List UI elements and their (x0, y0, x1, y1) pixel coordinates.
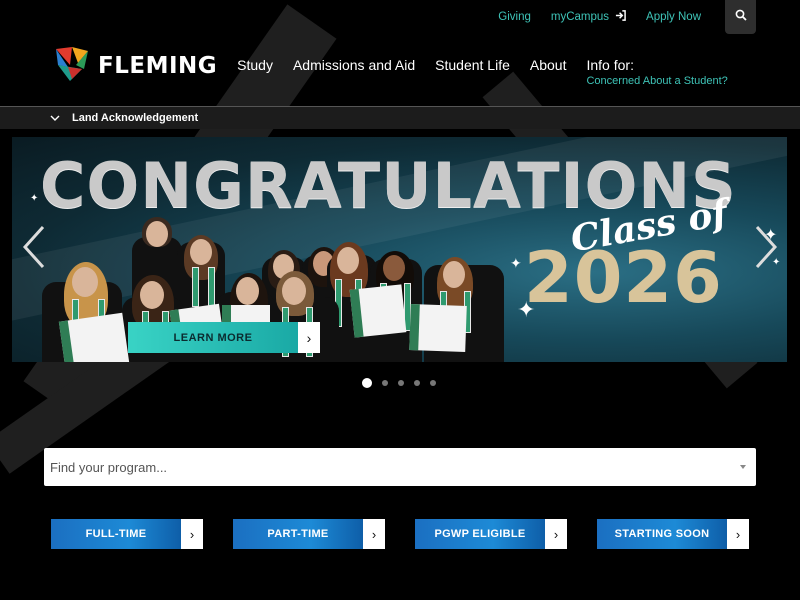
arrow-right-icon: › (298, 322, 320, 353)
pgwp-eligible-button[interactable]: PGWP ELIGIBLE › (415, 519, 567, 549)
program-search[interactable] (44, 448, 756, 486)
mycampus-label: myCampus (550, 11, 610, 23)
fleming-logo[interactable]: FLEMING (54, 45, 217, 88)
logo-icon (54, 45, 90, 88)
apply-now-link[interactable]: Apply Now (646, 11, 701, 23)
carousel-dots (362, 378, 446, 388)
pgwp-eligible-label: PGWP ELIGIBLE (415, 519, 545, 549)
carousel-dot-3[interactable] (398, 380, 404, 386)
nav-info-for[interactable]: Info for: (586, 45, 707, 73)
hero-year: 2026 (524, 237, 723, 319)
mycampus-link[interactable]: myCampus (551, 10, 626, 24)
giving-link[interactable]: Giving (498, 11, 531, 23)
main-header: FLEMING Study Admissions and Aid Student… (54, 44, 800, 88)
login-icon (615, 10, 626, 24)
starting-soon-button[interactable]: STARTING SOON › (597, 519, 749, 549)
land-acknowledgement-label: Land Acknowledgement (72, 112, 199, 124)
carousel-dot-4[interactable] (414, 380, 420, 386)
search-button[interactable] (725, 0, 756, 34)
arrow-right-icon: › (363, 519, 385, 549)
chevron-down-icon (50, 113, 60, 124)
full-time-button[interactable]: FULL-TIME › (51, 519, 203, 549)
arrow-right-icon: › (181, 519, 203, 549)
land-acknowledgement-toggle[interactable]: Land Acknowledgement (0, 107, 800, 129)
carousel-next-button[interactable] (754, 225, 778, 280)
part-time-label: PART-TIME (233, 519, 363, 549)
main-nav: Study Admissions and Aid Student Life Ab… (237, 45, 728, 87)
dropdown-caret-icon[interactable] (740, 465, 746, 469)
learn-more-button[interactable]: LEARN MORE › (128, 322, 320, 353)
full-time-label: FULL-TIME (51, 519, 181, 549)
nav-admissions-and-aid[interactable]: Admissions and Aid (293, 45, 415, 73)
sparkle-icon: ✦ (517, 297, 536, 322)
carousel-prev-button[interactable] (22, 225, 46, 280)
carousel-dot-2[interactable] (382, 380, 388, 386)
concerned-about-student-link[interactable]: Concerned About a Student? (586, 75, 727, 87)
learn-more-label: LEARN MORE (128, 322, 298, 353)
search-icon (735, 8, 747, 26)
carousel-dot-1[interactable] (362, 378, 372, 388)
program-search-input[interactable] (50, 459, 740, 475)
starting-soon-label: STARTING SOON (597, 519, 727, 549)
info-for-menu: Info for: Concerned About a Student? (586, 45, 727, 87)
utility-bar: Giving myCampus Apply Now (498, 0, 800, 34)
nav-student-life[interactable]: Student Life (435, 45, 510, 73)
chevron-left-icon (22, 225, 45, 269)
nav-about[interactable]: About (530, 45, 567, 73)
chevron-right-icon (755, 225, 778, 269)
nav-study[interactable]: Study (237, 45, 273, 73)
program-category-buttons: FULL-TIME › PART-TIME › PGWP ELIGIBLE › … (51, 519, 749, 549)
part-time-button[interactable]: PART-TIME › (233, 519, 385, 549)
arrow-right-icon: › (545, 519, 567, 549)
arrow-right-icon: › (727, 519, 749, 549)
logo-text: FLEMING (98, 53, 218, 79)
carousel-dot-5[interactable] (430, 380, 436, 386)
